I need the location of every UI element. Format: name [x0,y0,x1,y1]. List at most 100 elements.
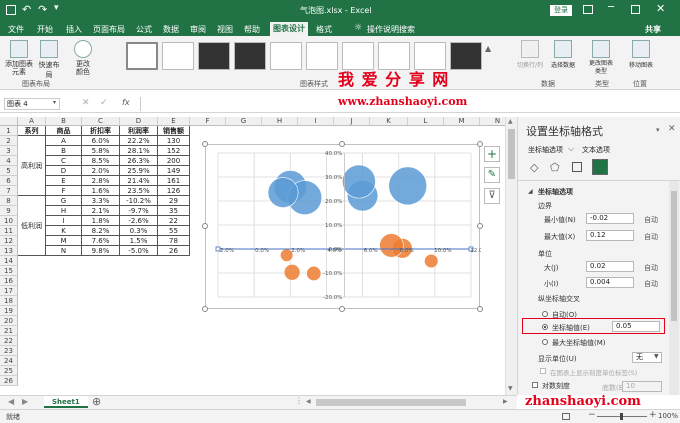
enter-icon[interactable]: ✓ [100,98,108,108]
sheet-options-icon[interactable]: ⋮ [295,396,303,405]
table-cell[interactable]: 1.5% [120,236,158,246]
tab-chart-design[interactable]: 图表设计 [270,22,308,36]
row-header[interactable]: 11 [0,226,18,236]
table-cell[interactable]: 3.3% [82,196,120,206]
section-collapse-icon[interactable]: ◢ [528,188,533,195]
column-header[interactable]: L [408,117,444,126]
change-chart-type-button[interactable]: 更改图表类型 [586,40,616,76]
table-cell[interactable]: -10.2% [120,196,158,206]
table-cell[interactable]: K [46,226,82,236]
table-cell[interactable]: 78 [158,236,190,246]
table-cell[interactable]: 系列 [18,126,46,136]
column-header[interactable]: F [190,117,226,126]
column-header[interactable]: J [334,117,370,126]
tell-me-search[interactable]: 操作说明搜索 [367,24,415,35]
tab-file[interactable]: 文件 [8,24,24,35]
pane-scrollbar[interactable] [669,181,679,395]
table-cell[interactable]: 29 [158,196,190,206]
row-header[interactable]: 19 [0,306,18,316]
table-cell[interactable]: 149 [158,166,190,176]
scroll-up-icon[interactable]: ▲ [508,118,513,125]
zoom-level[interactable]: 100% [658,412,678,420]
axis-value-radio[interactable] [542,324,548,330]
row-header[interactable]: 6 [0,176,18,186]
table-cell[interactable]: 35 [158,206,190,216]
row-header[interactable]: 24 [0,356,18,366]
chart-style-4[interactable] [234,42,266,70]
vertical-scrollbar[interactable]: ▲ ▼ [505,117,517,395]
minor-auto-button[interactable]: 自动 [644,279,658,289]
change-colors-button[interactable]: 更改颜色 [70,40,96,76]
row-header[interactable]: 3 [0,146,18,156]
table-cell[interactable]: C [46,156,82,166]
table-cell[interactable]: 8.5% [82,156,120,166]
table-cell[interactable]: F [46,186,82,196]
row-header[interactable]: 12 [0,236,18,246]
table-cell[interactable]: 22.2% [120,136,158,146]
sheet-tab-sheet1[interactable]: Sheet1 [44,396,88,408]
tab-formulas[interactable]: 公式 [136,24,152,35]
table-cell[interactable]: 折扣率 [82,126,120,136]
zoom-out-icon[interactable]: − [588,410,596,420]
table-cell[interactable]: -5.0% [120,246,158,256]
table-cell[interactable]: 7.6% [82,236,120,246]
chart-style-3[interactable] [198,42,230,70]
name-box-dropdown-icon[interactable]: ▾ [53,99,56,106]
minimize-icon[interactable]: ─ [608,2,614,13]
chart-styles-button[interactable]: ✎ [484,167,500,183]
horizontal-scroll-right-icon[interactable]: ▶ [503,398,508,405]
tab-review[interactable]: 审阅 [190,24,206,35]
table-cell[interactable]: 高利润 [18,136,46,196]
table-cell[interactable]: 9.8% [82,246,120,256]
column-header[interactable]: A [18,117,46,126]
tab-format[interactable]: 格式 [316,24,332,35]
table-cell[interactable]: -9.7% [120,206,158,216]
row-header[interactable]: 10 [0,216,18,226]
table-cell[interactable]: 8.2% [82,226,120,236]
table-cell[interactable]: B [46,146,82,156]
tab-page-layout[interactable]: 页面布局 [93,24,125,35]
table-cell[interactable]: 28.1% [120,146,158,156]
chart-resize-handle[interactable] [339,141,345,147]
tab-view[interactable]: 视图 [217,24,233,35]
ribbon-display-icon[interactable] [583,5,593,14]
table-cell[interactable]: N [46,246,82,256]
table-cell[interactable]: 2.1% [82,206,120,216]
min-auto-button[interactable]: 自动 [644,215,658,225]
chart-style-5[interactable] [270,42,302,70]
zoom-slider-thumb[interactable] [620,413,623,420]
name-box[interactable]: 图表 4 [4,98,60,110]
chart-style-2[interactable] [162,42,194,70]
maximize-icon[interactable] [631,5,640,14]
min-bound-input[interactable]: -0.02 [586,213,634,224]
row-header[interactable]: 18 [0,296,18,306]
scroll-thumb[interactable] [508,129,515,179]
row-header[interactable]: 5 [0,166,18,176]
table-cell[interactable]: 2.0% [82,166,120,176]
row-header[interactable]: 14 [0,256,18,266]
close-icon[interactable]: ✕ [656,2,665,15]
chart-style-10[interactable] [450,42,482,70]
table-cell[interactable]: 商品 [46,126,82,136]
axis-options-icon[interactable] [592,159,608,175]
row-header[interactable]: 7 [0,186,18,196]
move-chart-button[interactable]: 移动图表 [624,40,658,69]
horizontal-scrollbar-thumb[interactable] [316,399,466,406]
table-cell[interactable]: 26 [158,246,190,256]
pane-close-icon[interactable]: ✕ [668,124,676,134]
column-header[interactable]: I [298,117,334,126]
row-header[interactable]: 2 [0,136,18,146]
table-cell[interactable]: 21.4% [120,176,158,186]
table-cell[interactable]: E [46,176,82,186]
switch-row-column-button[interactable]: 切换行/列 [515,40,545,69]
table-cell[interactable]: 5.8% [82,146,120,156]
row-header[interactable]: 13 [0,246,18,256]
redo-icon[interactable]: ↷ [38,3,47,16]
log-scale-checkbox[interactable] [532,382,538,388]
table-cell[interactable]: H [46,206,82,216]
tab-data[interactable]: 数据 [163,24,179,35]
tab-help[interactable]: 帮助 [244,24,260,35]
chart-styles-scroll-icon[interactable]: ▲ [485,44,491,53]
effects-icon[interactable]: ⬠ [550,161,560,174]
row-header[interactable]: 15 [0,266,18,276]
